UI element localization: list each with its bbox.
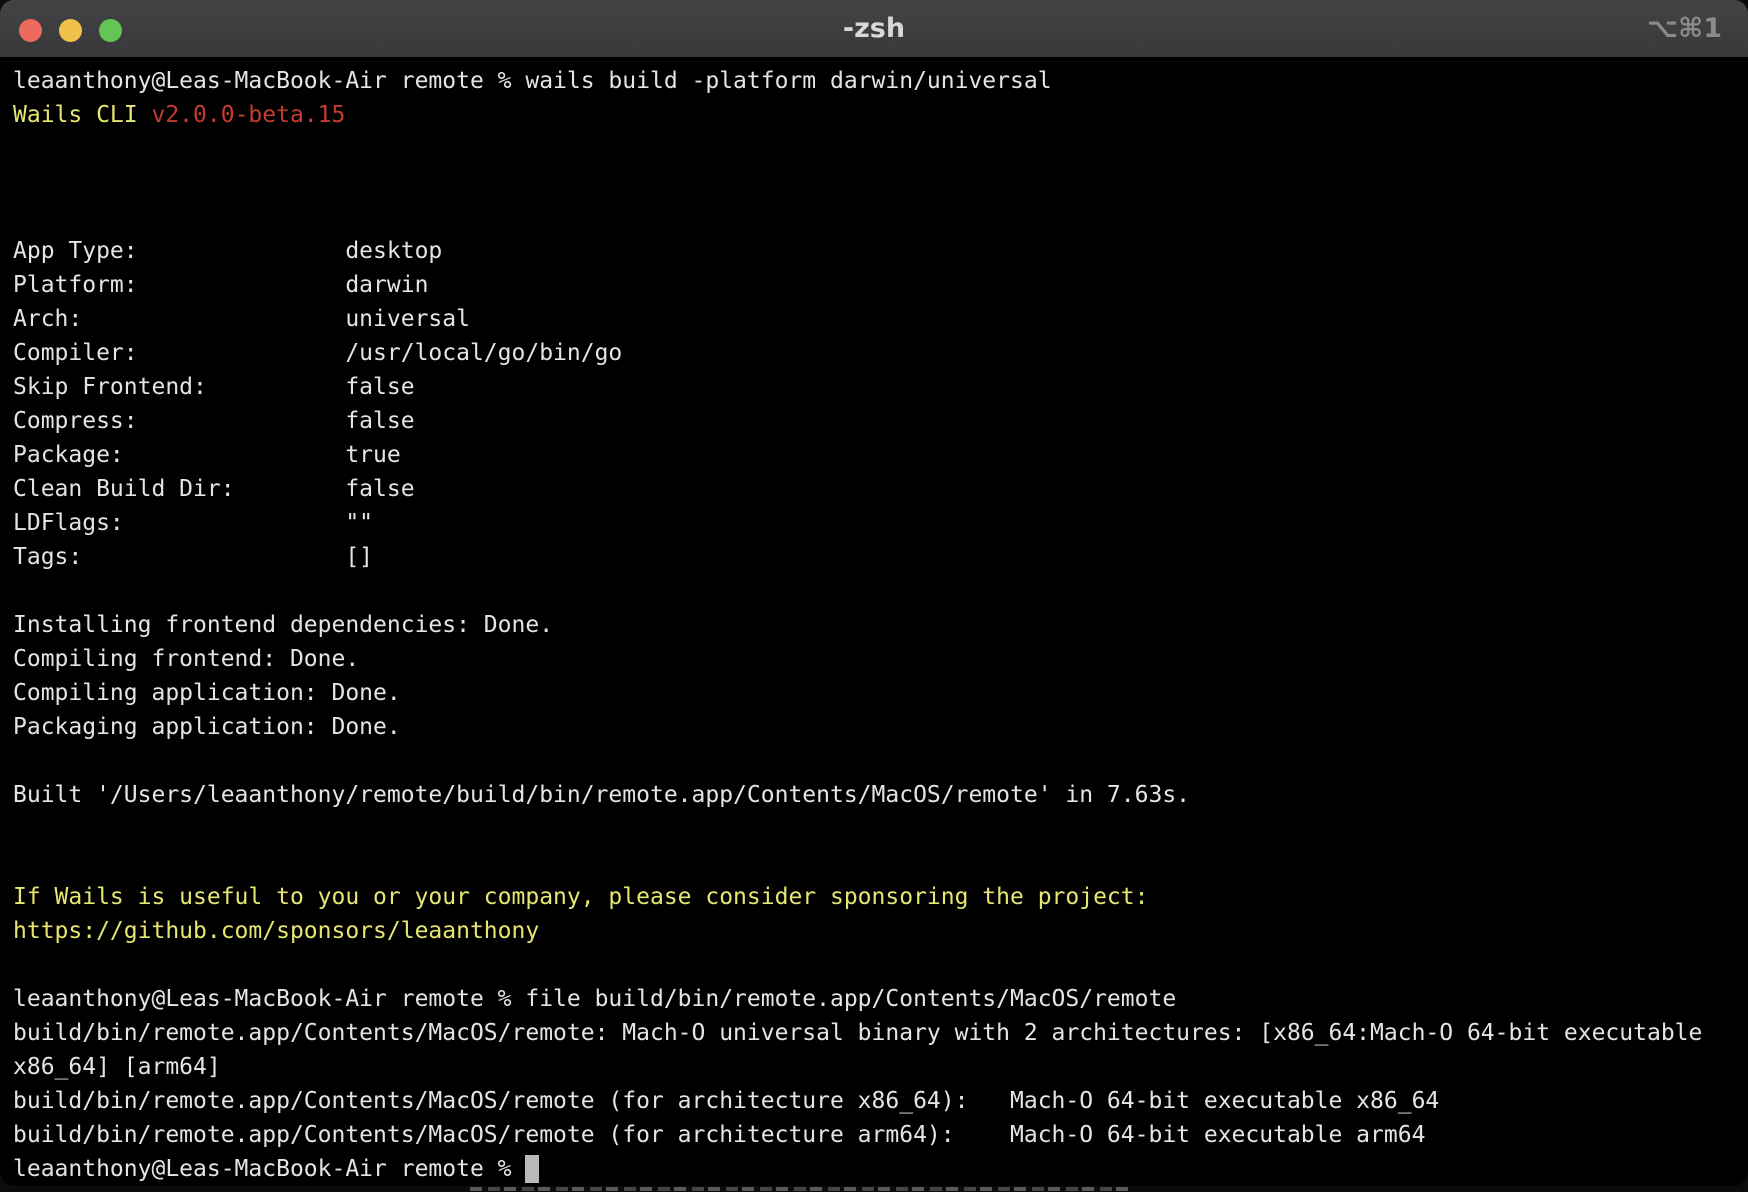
terminal-line: https://github.com/sponsors/leaanthony bbox=[13, 914, 1738, 948]
terminal-cursor bbox=[525, 1155, 539, 1183]
terminal-line: If Wails is useful to you or your compan… bbox=[13, 880, 1738, 914]
terminal-text-segment: Compiling application: Done. bbox=[13, 680, 401, 706]
terminal-line: leaanthony@Leas-MacBook-Air remote % fil… bbox=[13, 982, 1738, 1016]
terminal-text-segment: x86_64] [arm64] bbox=[13, 1054, 221, 1080]
terminal-text-segment: Packaging application: Done. bbox=[13, 714, 401, 740]
terminal-text-segment: Skip Frontend: false bbox=[13, 374, 415, 400]
terminal-line: Packaging application: Done. bbox=[13, 710, 1738, 744]
window-title: -zsh bbox=[0, 0, 1748, 57]
terminal-text-segment: Built '/Users/leaanthony/remote/build/bi… bbox=[13, 782, 1190, 808]
terminal-line: Package: true bbox=[13, 438, 1738, 472]
terminal-line: Clean Build Dir: false bbox=[13, 472, 1738, 506]
terminal-line: Tags: [] bbox=[13, 540, 1738, 574]
terminal-line: x86_64] [arm64] bbox=[13, 1050, 1738, 1084]
terminal-line bbox=[13, 574, 1738, 608]
terminal-text-segment: App Type: desktop bbox=[13, 238, 442, 264]
terminal-line: Installing frontend dependencies: Done. bbox=[13, 608, 1738, 642]
terminal-line bbox=[13, 166, 1738, 200]
terminal-text-segment: build/bin/remote.app/Contents/MacOS/remo… bbox=[13, 1088, 1439, 1114]
terminal-text-segment: LDFlags: "" bbox=[13, 510, 373, 536]
terminal-text-segment: leaanthony@Leas-MacBook-Air remote % fil… bbox=[13, 986, 1176, 1012]
terminal-line bbox=[13, 744, 1738, 778]
terminal-text-segment: Platform: darwin bbox=[13, 272, 428, 298]
terminal-line bbox=[13, 812, 1738, 846]
terminal-line: build/bin/remote.app/Contents/MacOS/remo… bbox=[13, 1118, 1738, 1152]
terminal-text-segment: v2.0.0-beta.15 bbox=[151, 102, 345, 128]
terminal-line bbox=[13, 948, 1738, 982]
terminal-text-segment: Arch: universal bbox=[13, 306, 470, 332]
terminal-text-segment: Compiler: /usr/local/go/bin/go bbox=[13, 340, 622, 366]
terminal-line: Compiling frontend: Done. bbox=[13, 642, 1738, 676]
terminal-line: Arch: universal bbox=[13, 302, 1738, 336]
terminal-text-segment: Package: true bbox=[13, 442, 401, 468]
terminal-text-segment: build/bin/remote.app/Contents/MacOS/remo… bbox=[13, 1020, 1702, 1046]
terminal-window: -zsh ⌥⌘1 leaanthony@Leas-MacBook-Air rem… bbox=[0, 0, 1748, 1186]
terminal-line: LDFlags: "" bbox=[13, 506, 1738, 540]
terminal-text-segment: build/bin/remote.app/Contents/MacOS/remo… bbox=[13, 1122, 1425, 1148]
terminal-text-segment: Installing frontend dependencies: Done. bbox=[13, 612, 553, 638]
terminal-body[interactable]: leaanthony@Leas-MacBook-Air remote % wai… bbox=[0, 57, 1748, 1186]
terminal-line bbox=[13, 200, 1738, 234]
terminal-text-segment: Compress: false bbox=[13, 408, 415, 434]
terminal-line bbox=[13, 846, 1738, 880]
terminal-text-segment: leaanthony@Leas-MacBook-Air remote % wai… bbox=[13, 68, 1052, 94]
terminal-line: Built '/Users/leaanthony/remote/build/bi… bbox=[13, 778, 1738, 812]
terminal-line: Skip Frontend: false bbox=[13, 370, 1738, 404]
tab-shortcut-label: ⌥⌘1 bbox=[1647, 0, 1722, 57]
terminal-text-segment: If Wails is useful to you or your compan… bbox=[13, 884, 1148, 910]
terminal-line: leaanthony@Leas-MacBook-Air remote % bbox=[13, 1152, 1738, 1186]
terminal-text-segment: https://github.com/sponsors/leaanthony bbox=[13, 918, 539, 944]
background-window-sliver bbox=[470, 1187, 1130, 1191]
terminal-text-segment: Tags: [] bbox=[13, 544, 373, 570]
terminal-text-segment: Clean Build Dir: false bbox=[13, 476, 415, 502]
terminal-line: build/bin/remote.app/Contents/MacOS/remo… bbox=[13, 1084, 1738, 1118]
terminal-line: leaanthony@Leas-MacBook-Air remote % wai… bbox=[13, 64, 1738, 98]
terminal-text-segment: Wails CLI bbox=[13, 102, 151, 128]
window-titlebar[interactable]: -zsh ⌥⌘1 bbox=[0, 0, 1748, 58]
terminal-text-segment: leaanthony@Leas-MacBook-Air remote % bbox=[13, 1156, 525, 1182]
terminal-line: Compiling application: Done. bbox=[13, 676, 1738, 710]
terminal-line: Platform: darwin bbox=[13, 268, 1738, 302]
terminal-line: Compiler: /usr/local/go/bin/go bbox=[13, 336, 1738, 370]
terminal-line bbox=[13, 132, 1738, 166]
terminal-line: build/bin/remote.app/Contents/MacOS/remo… bbox=[13, 1016, 1738, 1050]
terminal-line: Compress: false bbox=[13, 404, 1738, 438]
terminal-line: App Type: desktop bbox=[13, 234, 1738, 268]
terminal-line: Wails CLI v2.0.0-beta.15 bbox=[13, 98, 1738, 132]
terminal-text-segment: Compiling frontend: Done. bbox=[13, 646, 359, 672]
